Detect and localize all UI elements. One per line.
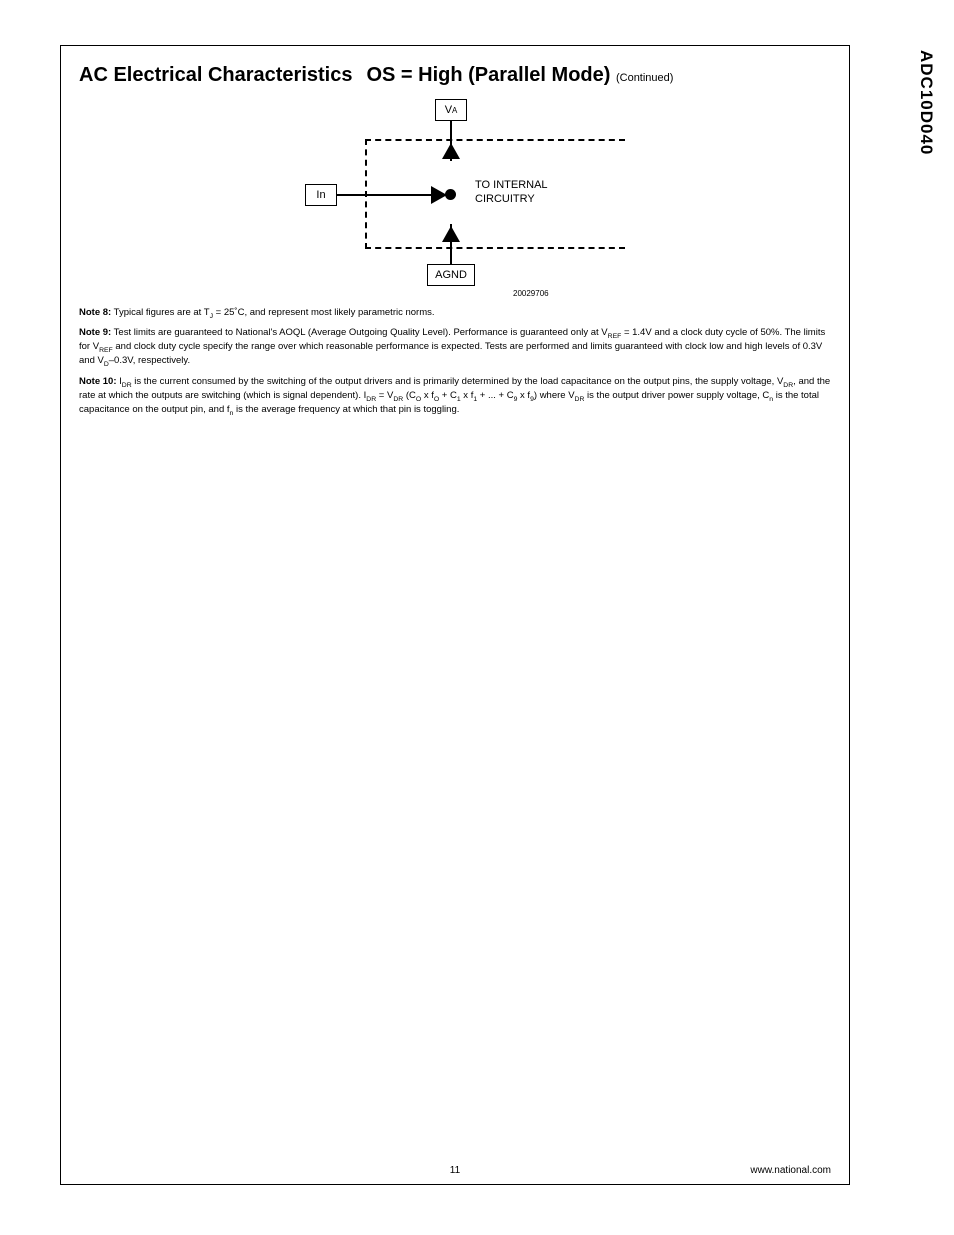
note-10-text-e: (C — [403, 390, 416, 401]
diagram-container: VA In AGND TO INTERNAL CIRCUITRY 2002970… — [79, 99, 831, 299]
note-9-label: Note 9: — [79, 327, 111, 338]
note-10-text-j: x f — [517, 390, 530, 401]
section-title: AC Electrical Characteristics OS = High (… — [79, 64, 831, 87]
note-8: Note 8: Typical figures are at TJ = 25˚C… — [79, 307, 831, 321]
note-10-text-n: is the average frequency at which that p… — [233, 404, 459, 415]
page-footer: 11 www.national.com — [61, 1165, 849, 1176]
note-10: Note 10: IDR is the current consumed by … — [79, 376, 831, 418]
note-10-sub-2: DR — [783, 381, 793, 388]
note-10-sub-4: DR — [393, 396, 403, 403]
title-continued: (Continued) — [616, 72, 673, 84]
diagram-id: 20029706 — [513, 289, 549, 298]
note-10-text-f: x f — [421, 390, 434, 401]
note-10-text-i: + ... + C — [477, 390, 513, 401]
page-frame: AC Electrical Characteristics OS = High (… — [60, 45, 850, 1185]
note-10-label: Note 10: — [79, 376, 116, 387]
note-8-text-a: Typical figures are at T — [114, 307, 210, 318]
diode-bottom-icon — [442, 226, 460, 242]
title-part-1: AC Electrical Characteristics — [79, 64, 352, 86]
va-sub: A — [452, 106, 457, 115]
note-10-text-k: ) where V — [534, 390, 575, 401]
in-box: In — [305, 184, 337, 206]
side-part-number: ADC10D040 — [916, 50, 936, 155]
circuitry-text: CIRCUITRY — [475, 193, 548, 207]
esd-diagram: VA In AGND TO INTERNAL CIRCUITRY 2002970… — [275, 99, 635, 299]
note-10-text-b: is the current consumed by the switching… — [132, 376, 784, 387]
note-9-text-c: and clock duty cycle specify the range o… — [79, 341, 822, 366]
note-9-text-d: –0.3V, respectively. — [109, 355, 190, 366]
note-9-sub-2: REF — [99, 347, 113, 354]
note-10-sub-11: DR — [575, 396, 585, 403]
note-10-text-h: x f — [461, 390, 474, 401]
note-10-text-l: is the output driver power supply voltag… — [584, 390, 769, 401]
note-10-text-g: + C — [439, 390, 457, 401]
arrow-in-icon — [431, 186, 447, 204]
notes-block: Note 8: Typical figures are at TJ = 25˚C… — [79, 307, 831, 418]
note-10-sub-1: DR — [122, 381, 132, 388]
internal-circuitry-label: TO INTERNAL CIRCUITRY — [475, 179, 548, 207]
note-10-text-d: = V — [376, 390, 393, 401]
note-10-sub-3: DR — [366, 396, 376, 403]
agnd-box: AGND — [427, 264, 475, 286]
note-8-text-b: = 25˚C, and represent most likely parame… — [213, 307, 435, 318]
note-9: Note 9: Test limits are guaranteed to Na… — [79, 327, 831, 369]
to-internal-text: TO INTERNAL — [475, 179, 548, 193]
note-8-label: Note 8: — [79, 307, 111, 318]
note-9-sub-1: REF — [608, 333, 622, 340]
diode-top-icon — [442, 143, 460, 159]
va-label: V — [445, 104, 452, 116]
va-box: VA — [435, 99, 467, 121]
title-part-2: OS = High (Parallel Mode) — [366, 64, 610, 86]
note-9-text-a: Test limits are guaranteed to National's… — [114, 327, 608, 338]
page-number: 11 — [61, 1165, 849, 1176]
